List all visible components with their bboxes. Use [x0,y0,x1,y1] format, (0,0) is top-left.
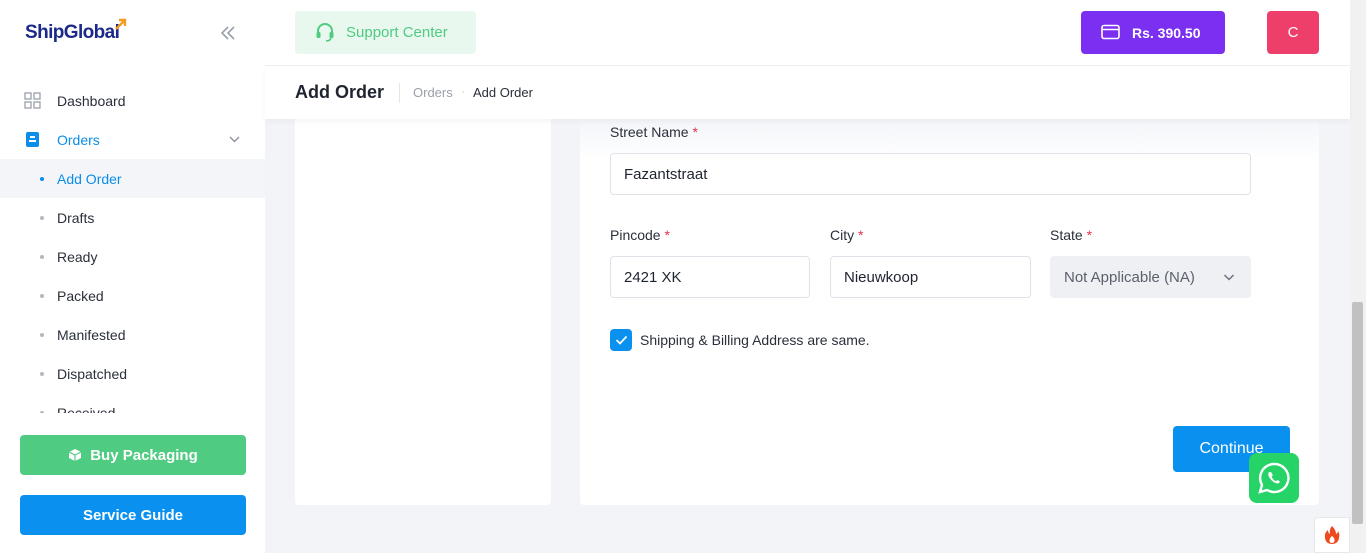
sidebar-subitem-dispatched[interactable]: Dispatched [0,354,265,393]
chevron-down-icon [1223,274,1235,281]
same-address-checkbox[interactable] [610,329,632,351]
city-input[interactable]: Nieuwkoop [830,256,1031,298]
sidebar-item-label: Add Order [57,170,122,187]
sidebar-item-orders[interactable]: Orders [0,120,265,159]
wallet-balance-button[interactable]: Rs. 390.50 [1081,11,1225,54]
sidebar-subitem-add-order[interactable]: Add Order [0,159,265,198]
order-steps-panel [295,119,551,505]
flame-widget[interactable] [1314,517,1350,553]
logo-text: ShipGlobal [25,22,120,43]
required-asterisk: * [858,227,864,243]
page-title: Add Order [295,82,385,102]
sidebar-nav: Dashboard Orders Add Order Drafts Ready [0,81,265,413]
sidebar-item-label: Ready [57,248,98,265]
sidebar-subitem-drafts[interactable]: Drafts [0,198,265,237]
buy-packaging-label: Buy Packaging [90,446,198,464]
user-avatar[interactable]: C [1267,11,1319,54]
bullet-dot [40,216,44,220]
bullet-dot [40,255,44,259]
sidebar-item-label: Received [57,404,116,414]
sidebar: ShipGlobal Dashboard Orders Add Order Dr… [0,0,265,553]
sidebar-item-dashboard[interactable]: Dashboard [0,81,265,120]
support-center-label: Support Center [346,24,448,41]
same-address-label[interactable]: Shipping & Billing Address are same. [640,332,870,348]
shipglobal-logo[interactable]: ShipGlobal [25,18,127,46]
sidebar-item-label: Packed [57,287,104,304]
buy-packaging-button[interactable]: Buy Packaging [20,435,246,475]
required-asterisk: * [692,124,698,140]
collapse-sidebar-icon[interactable] [219,24,237,42]
chevron-down-icon [229,136,240,143]
breadcrumb-separator: · [461,84,465,98]
scrollbar-thumb[interactable] [1352,302,1363,524]
pincode-label-text: Pincode [610,227,661,243]
sidebar-subitem-packed[interactable]: Packed [0,276,265,315]
sidebar-subitem-manifested[interactable]: Manifested [0,315,265,354]
sidebar-subitem-received[interactable]: Received [0,393,265,413]
street-name-label: Street Name * [610,124,698,140]
flame-icon [1324,526,1340,544]
grid-icon [24,92,41,109]
city-label: City * [830,227,863,243]
bullet-dot [40,177,44,181]
sidebar-subitem-ready[interactable]: Ready [0,237,265,276]
whatsapp-icon [1258,462,1290,494]
title-divider [399,83,400,103]
state-label-text: State [1050,227,1083,243]
support-center-button[interactable]: Support Center [295,11,476,54]
wallet-balance: Rs. 390.50 [1132,24,1201,41]
package-icon [68,449,82,461]
bullet-dot [40,333,44,337]
bullet-dot [40,372,44,376]
sidebar-item-label: Dashboard [57,92,126,109]
service-guide-button[interactable]: Service Guide [20,495,246,535]
street-name-input[interactable]: Fazantstraat [610,153,1251,195]
service-guide-label: Service Guide [82,506,184,524]
street-name-label-text: Street Name [610,124,689,140]
state-select[interactable]: Not Applicable (NA) [1050,256,1251,298]
sidebar-item-label: Orders [57,131,100,148]
headset-icon [316,23,334,42]
breadcrumb-add-order: Add Order [473,85,533,100]
sidebar-item-label: Manifested [57,326,126,343]
wallet-icon [1101,24,1120,40]
bullet-dot [40,411,44,413]
top-header: Support Center Rs. 390.50 C [265,0,1350,66]
required-asterisk: * [1086,227,1093,243]
city-label-text: City [830,227,855,243]
breadcrumb-orders[interactable]: Orders [413,85,453,100]
logo-arrow-icon [115,18,127,30]
sidebar-item-label: Dispatched [57,365,128,382]
pincode-label: Pincode * [610,227,670,243]
sidebar-item-label: Drafts [57,209,95,226]
bullet-dot [40,294,44,298]
required-asterisk: * [664,227,670,243]
state-label: State * [1050,227,1092,243]
page-title-bar: Add Order Orders · Add Order [265,66,1350,119]
checkmark-icon [615,335,627,345]
clipboard-icon [26,132,39,147]
pincode-input[interactable]: 2421 XK [610,256,810,298]
state-select-value: Not Applicable (NA) [1064,268,1195,286]
whatsapp-chat-button[interactable] [1249,453,1299,503]
